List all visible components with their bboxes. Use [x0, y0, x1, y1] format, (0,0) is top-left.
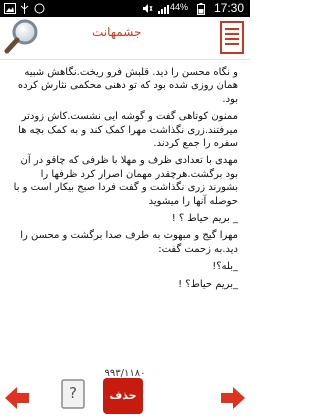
search-icon: [4, 19, 38, 54]
battery-percentage: 44%: [169, 2, 188, 12]
status-time: 17:30: [213, 1, 244, 15]
mute-icon: [143, 4, 153, 13]
next-button[interactable]: [220, 385, 246, 411]
battery-icon: [197, 3, 205, 15]
reading-content: و نگاه محسن را دید. قلبش فرو ریخت.نگاهش …: [0, 66, 250, 366]
previous-button[interactable]: [4, 385, 30, 411]
help-label: ?: [69, 384, 77, 402]
usb-icon: [20, 3, 29, 14]
notification-icon: [34, 3, 45, 14]
page-title: جشمهانت: [92, 25, 142, 39]
content-paragraph: _بله؟!: [212, 261, 238, 273]
content-paragraph: _بریم حیاط؟ !: [178, 278, 238, 290]
menu-icon: [220, 21, 244, 54]
arrow-right-icon: [221, 387, 245, 409]
content-paragraph: مهرا گیج و مبهوت به طرف صدا برگشت و محسن…: [20, 230, 238, 255]
content-paragraph: ممنون کوتاهی گفت و گوشه ایی نشست.کاش زود…: [18, 111, 238, 150]
status-bar: 44% 17:30: [0, 0, 250, 17]
image-icon: [4, 3, 16, 14]
content-paragraph: _ بریم حیاط ؟ !: [171, 213, 238, 225]
content-paragraph: و نگاه محسن را دید. قلبش فرو ریخت.نگاهش …: [17, 67, 238, 105]
content-paragraph: مهدی با تعدادی ظرف و مهلا با ظرفی که چاق…: [13, 155, 238, 207]
help-button[interactable]: ?: [61, 379, 85, 409]
app-header: جشمهانت: [0, 17, 250, 60]
bottom-toolbar: ? حذف: [0, 376, 250, 417]
menu-button[interactable]: [220, 21, 244, 54]
search-button[interactable]: [2, 17, 42, 57]
arrow-left-icon: [5, 387, 29, 409]
delete-button[interactable]: حذف: [103, 378, 143, 414]
